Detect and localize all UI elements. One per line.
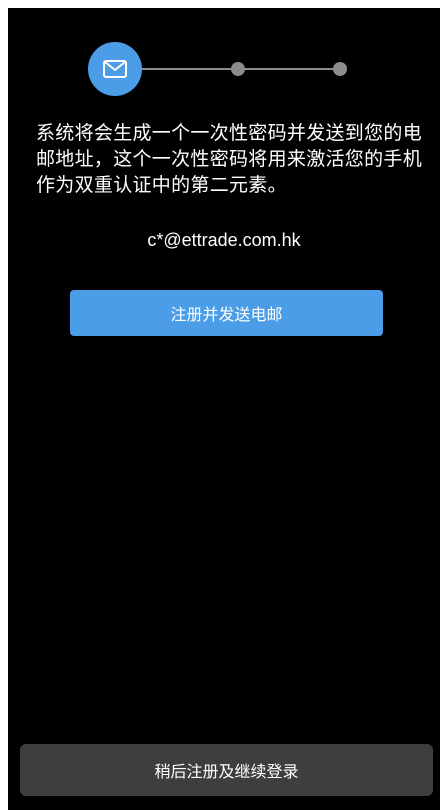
stepper-connector	[142, 68, 238, 70]
step-2-dot	[231, 62, 245, 76]
step-3-dot	[333, 62, 347, 76]
progress-stepper	[88, 42, 348, 96]
step-1-active	[88, 42, 142, 96]
stepper-connector	[238, 68, 340, 70]
envelope-icon	[103, 60, 127, 78]
register-send-email-button[interactable]: 注册并发送电邮	[70, 290, 383, 336]
instruction-text: 系统将会生成一个一次性密码并发送到您的电邮地址，这个一次性密码将用来激活您的手机…	[36, 122, 423, 196]
masked-email: c*@ettrade.com.hk	[147, 230, 301, 250]
verification-screen: 系统将会生成一个一次性密码并发送到您的电邮地址，这个一次性密码将用来激活您的手机…	[8, 8, 440, 810]
register-later-continue-login-button[interactable]: 稍后注册及继续登录	[20, 744, 433, 796]
